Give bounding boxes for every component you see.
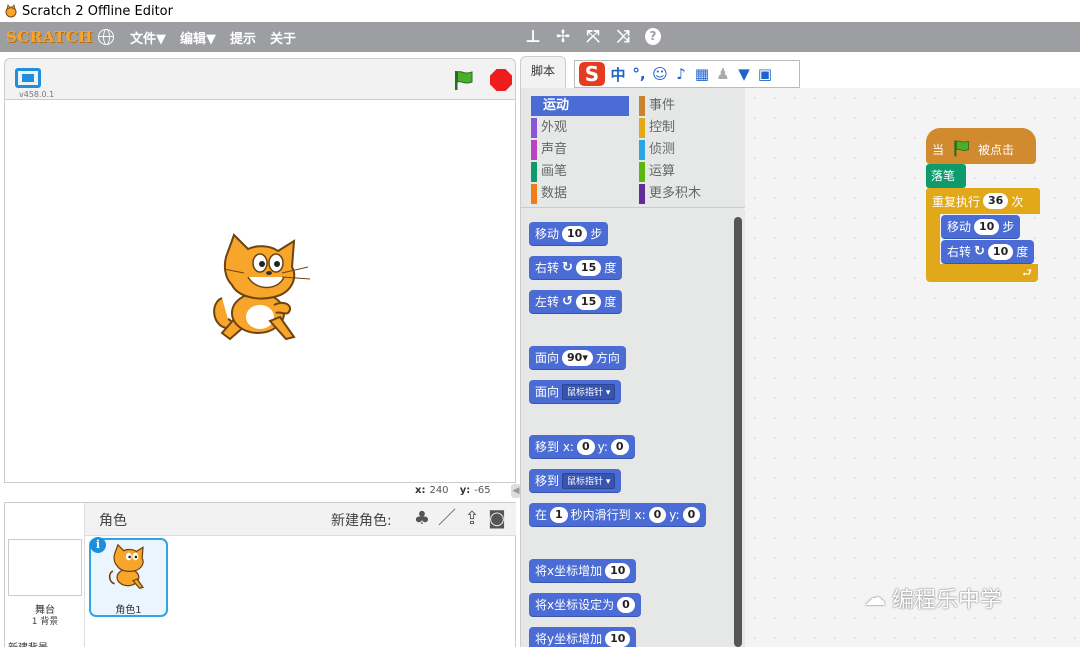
stage-canvas[interactable] <box>4 99 516 483</box>
cat-sprite-thumbnail <box>108 544 145 589</box>
mouse-coordinates: x: 240 y: -65 <box>415 485 491 496</box>
duplicate-stamp-icon[interactable]: ⊥ <box>525 26 541 48</box>
cursor-tools: ⊥ ✢ ⤧ ⤨ ? <box>525 26 661 48</box>
category-data[interactable]: 数据 <box>531 184 629 204</box>
category-list: 运动 事件 外观 控制 声音 侦测 画笔 运算 数据 更多积木 <box>521 88 745 208</box>
script-turn-right-block[interactable]: 右转 ↻ 10 度 <box>941 240 1035 264</box>
green-flag-icon[interactable] <box>451 68 475 92</box>
palette-scrollbar[interactable] <box>734 217 742 647</box>
stage-thumbnail[interactable] <box>8 539 82 596</box>
grow-icon[interactable]: ⤧ <box>585 26 601 48</box>
punctuation-icon[interactable]: °, <box>631 65 647 83</box>
upload-sprite-icon[interactable]: ⇪ <box>463 509 481 529</box>
repeat-block-arm <box>926 214 940 266</box>
sprite-name: 角色1 <box>115 605 142 616</box>
sprites-label: 角色 <box>99 513 127 529</box>
editor-tabs: 脚本 <box>520 56 567 88</box>
camera-icon[interactable]: ◙ <box>488 509 506 529</box>
blocks-area: 移动 10 步 右转 ↻ 15 度 左转 ↺ 15 度 面向 90▾ 方向 面向 鼠标指针 ▾ 移到 … <box>521 209 745 647</box>
version-label: v458.0.1 <box>19 90 55 99</box>
cat-sprite[interactable] <box>208 233 313 348</box>
mouse-y-value: -65 <box>474 485 491 496</box>
stage-thumbnail-column: 舞台 1 背景 新建背景 <box>5 503 85 647</box>
scratch-logo[interactable]: SCRATCH <box>6 27 92 47</box>
block-change-x[interactable]: 将x坐标增加 10 <box>529 559 637 583</box>
choose-sprite-from-library-icon[interactable]: ♣ <box>413 509 431 529</box>
new-backdrop-label: 新建背景 <box>8 639 48 647</box>
wechat-icon: ☁ <box>864 585 886 611</box>
tab-scripts[interactable]: 脚本 <box>520 56 567 88</box>
category-sensing[interactable]: 侦测 <box>639 140 737 160</box>
mouse-x-value: 240 <box>429 485 449 496</box>
menu-edit[interactable]: 编辑▼ <box>180 28 216 47</box>
presentation-mode-icon[interactable] <box>15 68 41 88</box>
menu-bar: SCRATCH 文件▼ 编辑▼ 提示 关于 ⊥ ✢ ⤧ ⤨ ? <box>0 22 1080 52</box>
block-glide[interactable]: 在 1 秒内滑行到 x: 0 y: 0 <box>529 503 707 527</box>
category-events[interactable]: 事件 <box>639 96 737 116</box>
repeat-block[interactable]: 重复执行 36 次 <box>926 188 1040 214</box>
language-globe-icon[interactable] <box>98 29 114 45</box>
new-sprite-label: 新建角色: <box>331 513 392 529</box>
new-sprite-tools: ♣ ／ ⇪ ◙ <box>413 509 506 529</box>
chinese-mode-icon[interactable]: 中 <box>610 64 626 85</box>
backdrop-count: 1 背景 <box>31 617 59 627</box>
category-looks[interactable]: 外观 <box>531 118 629 138</box>
scripts-area[interactable] <box>745 88 1080 647</box>
category-operators[interactable]: 运算 <box>639 162 737 182</box>
block-palette: 运动 事件 外观 控制 声音 侦测 画笔 运算 数据 更多积木 移动 10 步 右转… <box>520 88 745 647</box>
block-change-y[interactable]: 将y坐标增加 10 <box>529 627 637 647</box>
keyboard-icon[interactable]: ▦ <box>694 65 710 83</box>
block-turn-right[interactable]: 右转 ↻ 15 度 <box>529 256 623 280</box>
block-turn-left[interactable]: 左转 ↺ 15 度 <box>529 290 623 314</box>
emoji-icon[interactable]: ☺ <box>652 65 668 83</box>
input-method-toolbar: S 中 °, ☺ ♪ ▦ ♟ ▼ ▣ <box>574 60 800 88</box>
sogou-logo-icon[interactable]: S <box>579 62 605 86</box>
mouse-x-label: x: <box>415 485 426 496</box>
repeat-loop-arrow-icon: ⮐ <box>926 264 1038 282</box>
microphone-icon[interactable]: ♪ <box>673 65 689 83</box>
category-sound[interactable]: 声音 <box>531 140 629 160</box>
sprite-pane: 舞台 1 背景 新建背景 角色 新建角色: ♣ ／ ⇪ ◙ i 角色1 <box>4 502 516 647</box>
paint-brush-icon[interactable]: ／ <box>438 509 456 529</box>
category-pen[interactable]: 画笔 <box>531 162 629 182</box>
block-go-to-xy[interactable]: 移到 x: 0 y: 0 <box>529 435 635 459</box>
block-move[interactable]: 移动 10 步 <box>529 222 609 246</box>
block-go-to[interactable]: 移到 鼠标指针 ▾ <box>529 469 622 493</box>
when-flag-clicked-block[interactable]: 当 被点击 <box>926 128 1036 164</box>
title-bar: Scratch 2 Offline Editor <box>0 0 1080 22</box>
block-point-towards[interactable]: 面向 鼠标指针 ▾ <box>529 380 622 404</box>
toolbox-grid-icon[interactable]: ▣ <box>757 65 773 83</box>
category-control[interactable]: 控制 <box>639 118 737 138</box>
info-icon[interactable]: i <box>90 537 106 553</box>
scratch-cat-icon <box>5 4 17 18</box>
menu-file[interactable]: 文件▼ <box>130 28 166 47</box>
user-icon[interactable]: ♟ <box>715 65 731 83</box>
menu-tips[interactable]: 提示 <box>230 28 256 47</box>
stop-sign-icon[interactable] <box>490 69 512 91</box>
rotate-counterclockwise-icon: ↺ <box>562 293 573 309</box>
block-set-x[interactable]: 将x坐标设定为 0 <box>529 593 641 617</box>
watermark: ☁ 编程乐中学 <box>864 582 1002 614</box>
sprite-card[interactable]: i 角色1 <box>89 537 168 617</box>
help-icon[interactable]: ? <box>645 28 661 45</box>
stage-header: v458.0.1 <box>4 58 516 100</box>
rotate-clockwise-icon: ↻ <box>562 259 573 275</box>
script-move-block[interactable]: 移动 10 步 <box>941 215 1021 239</box>
skin-shirt-icon[interactable]: ▼ <box>736 65 752 83</box>
category-motion[interactable]: 运动 <box>531 96 629 116</box>
menu-about[interactable]: 关于 <box>270 28 296 47</box>
mouse-y-label: y: <box>459 485 471 496</box>
block-point-in-direction[interactable]: 面向 90▾ 方向 <box>529 346 626 370</box>
rotate-clockwise-icon: ↻ <box>974 243 985 259</box>
window-title: Scratch 2 Offline Editor <box>22 3 173 19</box>
category-more-blocks[interactable]: 更多积木 <box>639 184 737 204</box>
delete-scissors-icon[interactable]: ✢ <box>555 26 571 48</box>
pen-down-block[interactable]: 落笔 <box>926 164 966 188</box>
watermark-text: 编程乐中学 <box>892 588 1003 613</box>
sprite-header: 角色 新建角色: ♣ ／ ⇪ ◙ <box>85 503 516 536</box>
shrink-icon[interactable]: ⤨ <box>615 26 631 48</box>
green-flag-icon <box>954 140 969 157</box>
